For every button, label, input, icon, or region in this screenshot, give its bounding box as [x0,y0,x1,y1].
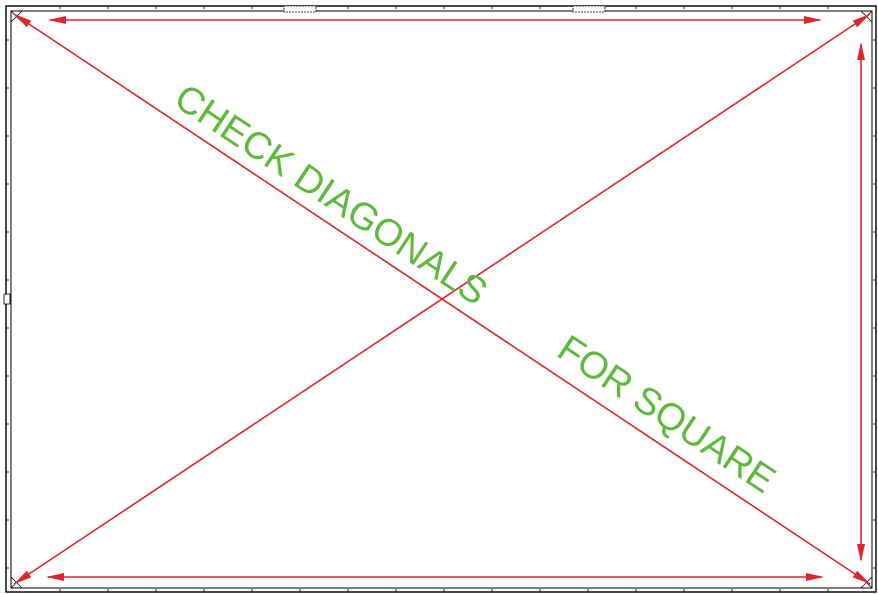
top-fixture-right [572,5,606,13]
top-width-arrow-left [48,16,66,24]
right-height-arrow-bottom [857,544,865,562]
bottom-width-arrow-left [46,573,64,581]
right-height-arrow-top [857,42,865,60]
diagonal-1-arrow-start [14,14,32,28]
top-width-arrow-right [804,16,822,24]
annotation-for-square: FOR SQUARE [550,328,782,502]
annotations: CHECK DIAGONALS FOR SQUARE [167,77,782,502]
measurement-lines [13,13,871,585]
top-fixture-left [283,5,317,13]
left-edge-fixture [3,293,11,305]
bottom-width-arrow-right [806,573,824,581]
annotation-check-diagonals: CHECK DIAGONALS [167,77,494,314]
frame-diagram: CHECK DIAGONALS FOR SQUARE [3,5,877,593]
